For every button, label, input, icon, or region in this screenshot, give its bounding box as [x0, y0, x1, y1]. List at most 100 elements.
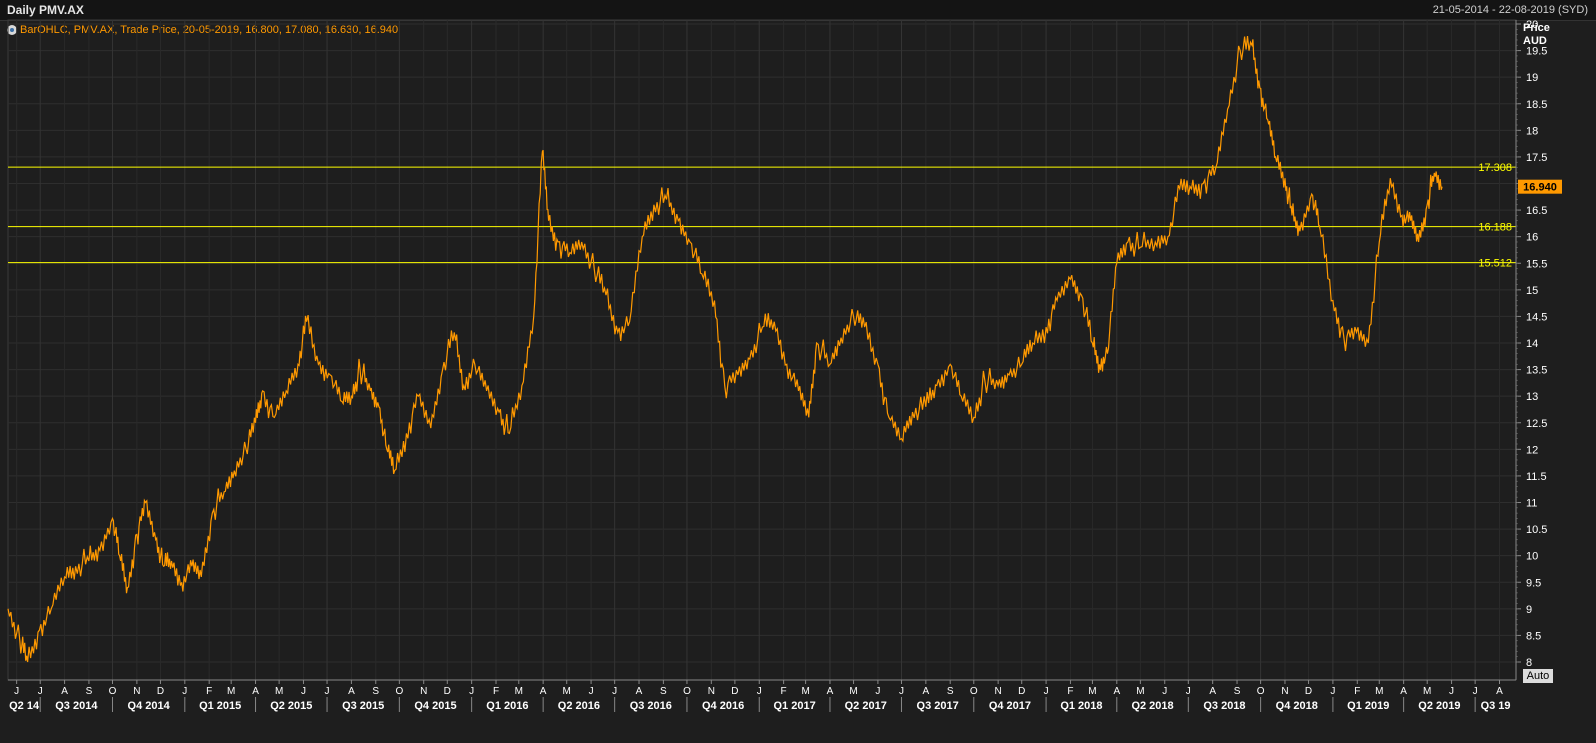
x-month-label: M	[849, 686, 857, 697]
x-axis: JJASONDJFMAMJJASONDJFMAMJJASONDJFMAMJJAS…	[8, 679, 1516, 712]
x-month-label: F	[493, 686, 499, 697]
auto-scale-button[interactable]: Auto	[1523, 669, 1553, 683]
y-tick-label: 13.5	[1526, 365, 1547, 377]
x-month-label: A	[1113, 686, 1120, 697]
x-month-label: J	[589, 686, 594, 697]
x-quarter-label: Q3 2017	[917, 700, 959, 712]
x-month-label: J	[612, 686, 617, 697]
x-month-label: M	[515, 686, 523, 697]
x-month-label: A	[1496, 686, 1503, 697]
x-month-label: D	[1305, 686, 1312, 697]
x-month-label: O	[683, 686, 691, 697]
x-month-label: F	[1067, 686, 1073, 697]
x-month-label: M	[275, 686, 283, 697]
y-tick-label: 14.5	[1526, 311, 1547, 323]
x-month-label: S	[1234, 686, 1241, 697]
x-quarter-label: Q2 2017	[845, 700, 887, 712]
y-tick-label: 16.5	[1526, 205, 1547, 217]
x-month-label: S	[86, 686, 93, 697]
x-month-label: M	[563, 686, 571, 697]
y-tick-label: 18	[1526, 125, 1538, 137]
y-tick-label: 18.5	[1526, 99, 1547, 111]
x-month-label: F	[206, 686, 212, 697]
x-month-label: M	[1375, 686, 1383, 697]
x-month-label: D	[731, 686, 738, 697]
x-quarter-label: Q2 2015	[270, 700, 312, 712]
x-quarter-label: Q1 2019	[1347, 700, 1389, 712]
y-tick-label: 10.5	[1526, 524, 1547, 536]
x-month-label: M	[227, 686, 235, 697]
y-tick-label: 19	[1526, 72, 1538, 84]
x-month-label: J	[325, 686, 330, 697]
x-month-label: J	[182, 686, 187, 697]
x-month-label: A	[1209, 686, 1216, 697]
x-quarter-label: Q3 19	[1481, 700, 1511, 712]
y-tick-label: 14	[1526, 338, 1538, 350]
x-month-label: J	[1473, 686, 1478, 697]
x-month-label: A	[540, 686, 547, 697]
x-month-label: D	[157, 686, 164, 697]
x-quarter-label: Q3 2014	[55, 700, 98, 712]
x-month-label: J	[1186, 686, 1191, 697]
y-tick-label: 15	[1526, 285, 1538, 297]
x-month-label: J	[875, 686, 880, 697]
y-tick-label: 11	[1526, 498, 1537, 510]
x-month-label: N	[1281, 686, 1288, 697]
x-quarter-label: Q2 14	[9, 700, 40, 712]
chart-window: Daily PMV.AX 21-05-2014 - 22-08-2019 (SY…	[0, 0, 1596, 743]
x-month-label: M	[1423, 686, 1431, 697]
x-month-label: F	[781, 686, 787, 697]
x-month-label: J	[1449, 686, 1454, 697]
x-month-label: A	[348, 686, 355, 697]
x-month-label: O	[970, 686, 978, 697]
x-month-label: J	[469, 686, 474, 697]
x-month-label: D	[1018, 686, 1025, 697]
y-tick-label: 13	[1526, 391, 1538, 403]
x-month-label: J	[1044, 686, 1049, 697]
y-tick-label: 15.5	[1526, 258, 1547, 270]
last-price-label: 16.940	[1523, 182, 1557, 194]
x-month-label: M	[801, 686, 809, 697]
x-quarter-label: Q2 2018	[1131, 700, 1173, 712]
y-tick-label: 12.5	[1526, 418, 1547, 430]
x-month-label: J	[1330, 686, 1335, 697]
x-month-label: A	[827, 686, 834, 697]
price-chart[interactable]: 17.30816.18815.512 88.599.51010.51111.51…	[0, 0, 1596, 743]
x-quarter-label: Q1 2017	[774, 700, 816, 712]
y-tick-label: 9	[1526, 604, 1532, 616]
x-quarter-label: Q2 2016	[558, 700, 600, 712]
x-month-label: N	[133, 686, 140, 697]
x-quarter-label: Q4 2015	[414, 700, 456, 712]
y-tick-label: 9.5	[1526, 577, 1541, 589]
y-tick-label: 10	[1526, 551, 1538, 563]
x-month-label: A	[923, 686, 930, 697]
x-month-label: A	[61, 686, 68, 697]
x-quarter-label: Q4 2017	[989, 700, 1031, 712]
x-quarter-label: Q1 2018	[1060, 700, 1102, 712]
x-month-label: N	[708, 686, 715, 697]
x-month-label: J	[1162, 686, 1167, 697]
x-quarter-label: Q3 2018	[1203, 700, 1245, 712]
x-month-label: F	[1354, 686, 1360, 697]
x-quarter-label: Q3 2016	[630, 700, 672, 712]
x-month-label: J	[301, 686, 306, 697]
x-month-label: A	[252, 686, 259, 697]
x-month-label: O	[1257, 686, 1265, 697]
grid	[7, 19, 1517, 681]
x-month-label: S	[660, 686, 667, 697]
x-month-label: O	[395, 686, 403, 697]
x-month-label: J	[757, 686, 762, 697]
y-tick-label: 19.5	[1526, 46, 1547, 58]
y-tick-label: 16	[1526, 232, 1538, 244]
x-month-label: N	[420, 686, 427, 697]
x-quarter-label: Q3 2015	[342, 700, 384, 712]
x-month-label: S	[372, 686, 379, 697]
level-line-label: 15.512	[1478, 258, 1512, 270]
x-month-label: N	[995, 686, 1002, 697]
y-tick-label: 8.5	[1526, 630, 1541, 642]
x-month-label: M	[1136, 686, 1144, 697]
level-lines: 17.308 16.188 15.512	[8, 162, 1516, 270]
y-tick-label: 17.5	[1526, 152, 1547, 164]
x-month-label: D	[444, 686, 451, 697]
x-quarter-label: Q4 2016	[702, 700, 744, 712]
